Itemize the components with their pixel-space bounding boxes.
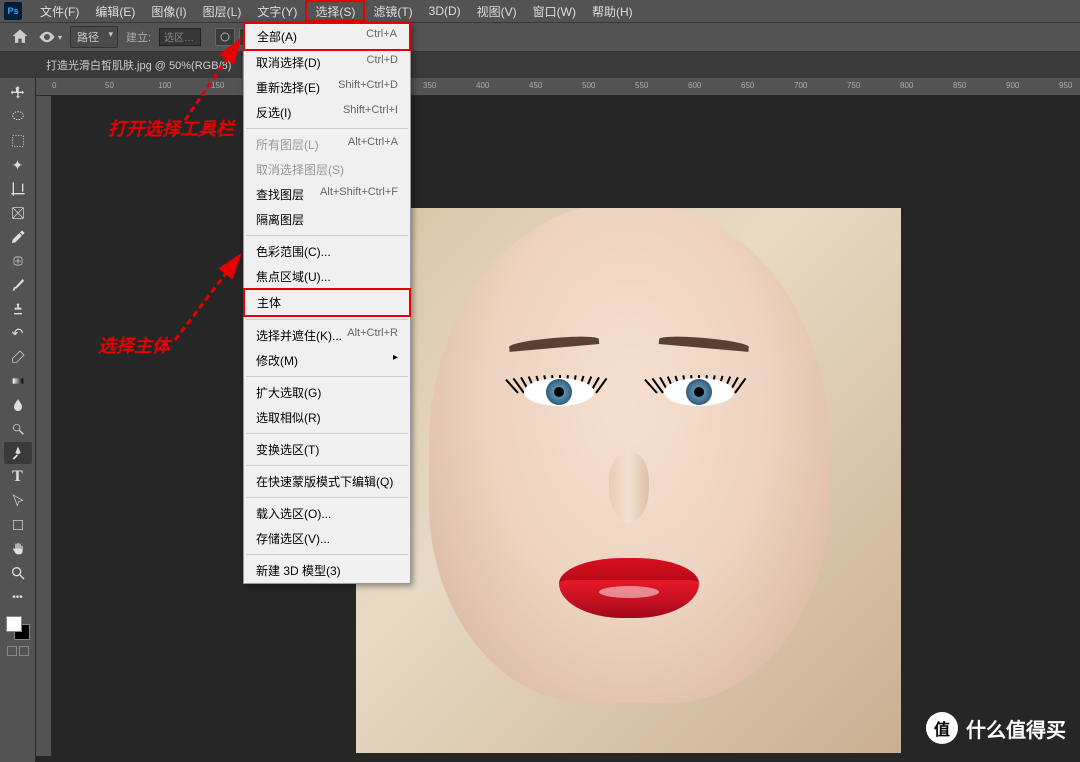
menu-window[interactable]: 窗口(W) <box>525 0 584 22</box>
menu-item-G[interactable]: 扩大选取(G) <box>244 380 410 405</box>
menu-3d[interactable]: 3D(D) <box>421 0 469 22</box>
menu-file[interactable]: 文件(F) <box>32 0 87 22</box>
menu-item-U[interactable]: 焦点区域(U)... <box>244 264 410 289</box>
menu-help[interactable]: 帮助(H) <box>584 0 641 22</box>
pen-tool-icon[interactable]: ▾ <box>38 28 62 46</box>
menu-item-D[interactable]: 取消选择(D)Ctrl+D <box>244 50 410 75</box>
path-select-tool[interactable] <box>4 490 32 512</box>
menu-item-C[interactable]: 色彩范围(C)... <box>244 239 410 264</box>
brush-tool[interactable] <box>4 274 32 296</box>
screen-mode-icons <box>4 646 32 656</box>
menubar: Ps 文件(F) 编辑(E) 图像(I) 图层(L) 文字(Y) 选择(S) 滤… <box>0 0 1080 22</box>
image-face <box>429 208 829 703</box>
history-brush-tool[interactable]: ↶ <box>4 322 32 344</box>
options-bar: ▾ 路径 建立: 选区… ⬚ 对齐边缘 <box>0 22 1080 52</box>
vertical-ruler <box>36 96 52 756</box>
menu-item-O[interactable]: 载入选区(O)... <box>244 501 410 526</box>
healing-tool[interactable] <box>4 250 32 272</box>
stamp-tool[interactable] <box>4 298 32 320</box>
menu-item-[interactable]: 查找图层Alt+Shift+Ctrl+F <box>244 182 410 207</box>
magic-wand-tool[interactable]: ✦ <box>4 154 32 176</box>
document-tabs: 打造光滑白皙肌肤.jpg @ 50%(RGB/8) 3/8#) * ✕ <box>0 52 1080 78</box>
menu-item-Q[interactable]: 在快速蒙版模式下编辑(Q) <box>244 469 410 494</box>
screenmode-1[interactable] <box>7 646 17 656</box>
menu-item-[interactable]: 主体 <box>243 288 411 317</box>
menu-view[interactable]: 视图(V) <box>469 0 525 22</box>
more-tools[interactable]: ••• <box>4 586 32 608</box>
menu-item-[interactable]: 隔离图层 <box>244 207 410 232</box>
workspace: ✦ ↶ T ••• 050100150200250300350400450500… <box>0 78 1080 762</box>
document-canvas[interactable] <box>356 208 901 753</box>
frame-tool[interactable] <box>4 202 32 224</box>
menu-type[interactable]: 文字(Y) <box>249 0 305 22</box>
dodge-tool[interactable] <box>4 418 32 440</box>
menu-item-3D3[interactable]: 新建 3D 模型(3) <box>244 558 410 583</box>
menu-item-M[interactable]: 修改(M)▸ <box>244 348 410 373</box>
eyedropper-tool[interactable] <box>4 226 32 248</box>
color-swatch[interactable] <box>6 616 30 640</box>
canvas-area: 0501001502002503003504004505005506006507… <box>36 78 1080 762</box>
menu-item-L: 所有图层(L)Alt+Ctrl+A <box>244 132 410 157</box>
menu-item-E[interactable]: 重新选择(E)Shift+Ctrl+D <box>244 75 410 100</box>
screenmode-2[interactable] <box>19 646 29 656</box>
menu-item-K[interactable]: 选择并遮住(K)...Alt+Ctrl+R <box>244 323 410 348</box>
fg-color[interactable] <box>6 616 22 632</box>
watermark-badge: 值 <box>926 712 958 744</box>
annotation-choose-subject: 选择主体 <box>98 332 170 358</box>
menu-item-V[interactable]: 存储选区(V)... <box>244 526 410 551</box>
blur-tool[interactable] <box>4 394 32 416</box>
move-tool[interactable] <box>4 82 32 104</box>
gradient-tool[interactable] <box>4 370 32 392</box>
tools-panel: ✦ ↶ T ••• <box>0 78 36 762</box>
select-menu-dropdown: 全部(A)Ctrl+A取消选择(D)Ctrl+D重新选择(E)Shift+Ctr… <box>243 22 411 584</box>
menu-item-I[interactable]: 反选(I)Shift+Ctrl+I <box>244 100 410 125</box>
menu-image[interactable]: 图像(I) <box>143 0 194 22</box>
menu-item-S: 取消选择图层(S) <box>244 157 410 182</box>
watermark-text: 什么值得买 <box>966 714 1066 743</box>
menu-item-A[interactable]: 全部(A)Ctrl+A <box>243 22 411 51</box>
menu-layer[interactable]: 图层(L) <box>195 0 250 22</box>
menu-item-T[interactable]: 变换选区(T) <box>244 437 410 462</box>
path-mode-dropdown[interactable]: 路径 <box>70 26 118 48</box>
marquee-tool[interactable] <box>4 130 32 152</box>
shape-tool[interactable] <box>4 514 32 536</box>
home-icon[interactable] <box>10 28 30 46</box>
menu-item-R[interactable]: 选取相似(R) <box>244 405 410 430</box>
annotation-open-toolbar: 打开选择工具栏 <box>108 115 234 141</box>
lasso-tool[interactable] <box>4 106 32 128</box>
type-tool[interactable]: T <box>4 466 32 488</box>
app-logo: Ps <box>4 2 22 20</box>
zoom-tool[interactable] <box>4 562 32 584</box>
menu-filter[interactable]: 滤镜(T) <box>365 0 420 22</box>
hand-tool[interactable] <box>4 538 32 560</box>
menu-edit[interactable]: 编辑(E) <box>87 0 143 22</box>
watermark: 值 什么值得买 <box>926 712 1066 744</box>
eraser-tool[interactable] <box>4 346 32 368</box>
menu-select[interactable]: 选择(S) <box>305 0 365 22</box>
make-label: 建立: <box>126 29 151 45</box>
crop-tool[interactable] <box>4 178 32 200</box>
pen-tool[interactable] <box>4 442 32 464</box>
